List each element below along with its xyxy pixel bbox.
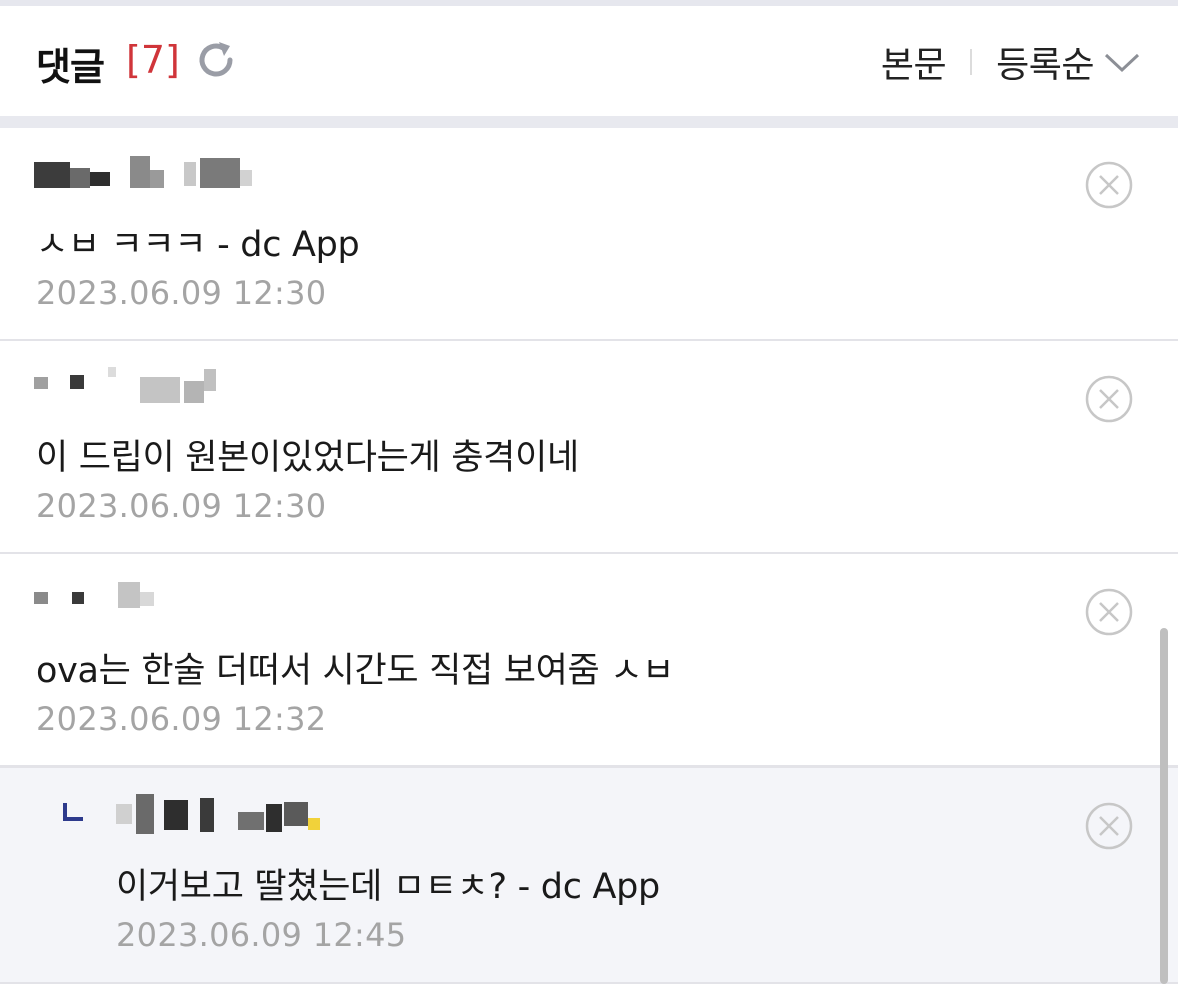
comment-count: [7] <box>126 38 180 82</box>
comment-text: ㅅㅂ ㅋㅋㅋ - dc App <box>36 225 360 265</box>
chevron-down-icon[interactable] <box>1102 48 1142 76</box>
nickname-blurred <box>34 365 234 405</box>
close-circle-icon[interactable] <box>1084 801 1134 851</box>
comment-item: ㅅㅂ ㅋㅋㅋ - dc App 2023.06.09 12:30 <box>0 128 1178 341</box>
comment-item: ova는 한술 더떠서 시간도 직접 보여줌 ㅅㅂ 2023.06.09 12:… <box>0 554 1178 767</box>
comment-header: 댓글 [7] 본문 등록순 <box>0 6 1178 116</box>
view-body-button[interactable]: 본문 <box>881 36 947 88</box>
comment-text: 이 드립이 원본이있었다는게 충격이네 <box>36 438 579 478</box>
refresh-icon[interactable] <box>193 37 239 83</box>
close-circle-icon[interactable] <box>1084 160 1134 210</box>
comment-date: 2023.06.09 12:45 <box>116 916 407 954</box>
header-separator <box>970 49 973 75</box>
header-controls: 본문 등록순 <box>881 40 1142 86</box>
comment-text: ova는 한술 더떠서 시간도 직접 보여줌 ㅅㅂ <box>36 651 675 691</box>
comment-title: 댓글 <box>36 45 105 89</box>
comment-date: 2023.06.09 12:30 <box>36 274 327 312</box>
comment-text: 이거보고 딸쳤는데 ㅁㅌㅊ? - dc App <box>116 867 660 907</box>
close-circle-icon[interactable] <box>1084 374 1134 424</box>
nickname-blurred <box>34 578 174 618</box>
sort-order-button[interactable]: 등록순 <box>996 36 1094 88</box>
scrollbar[interactable] <box>1160 628 1168 984</box>
comment-item: 이 드립이 원본이있었다는게 충격이네 2023.06.09 12:30 <box>0 341 1178 554</box>
close-circle-icon[interactable] <box>1084 587 1134 637</box>
comment-date: 2023.06.09 12:32 <box>36 700 327 738</box>
reply-arrow-icon <box>63 803 83 821</box>
reply-item: 이거보고 딸쳤는데 ㅁㅌㅊ? - dc App 2023.06.09 12:45 <box>0 766 1178 984</box>
comment-date: 2023.06.09 12:30 <box>36 487 327 525</box>
section-divider <box>0 116 1178 128</box>
nickname-blurred <box>116 794 336 834</box>
nickname-blurred <box>34 150 254 190</box>
